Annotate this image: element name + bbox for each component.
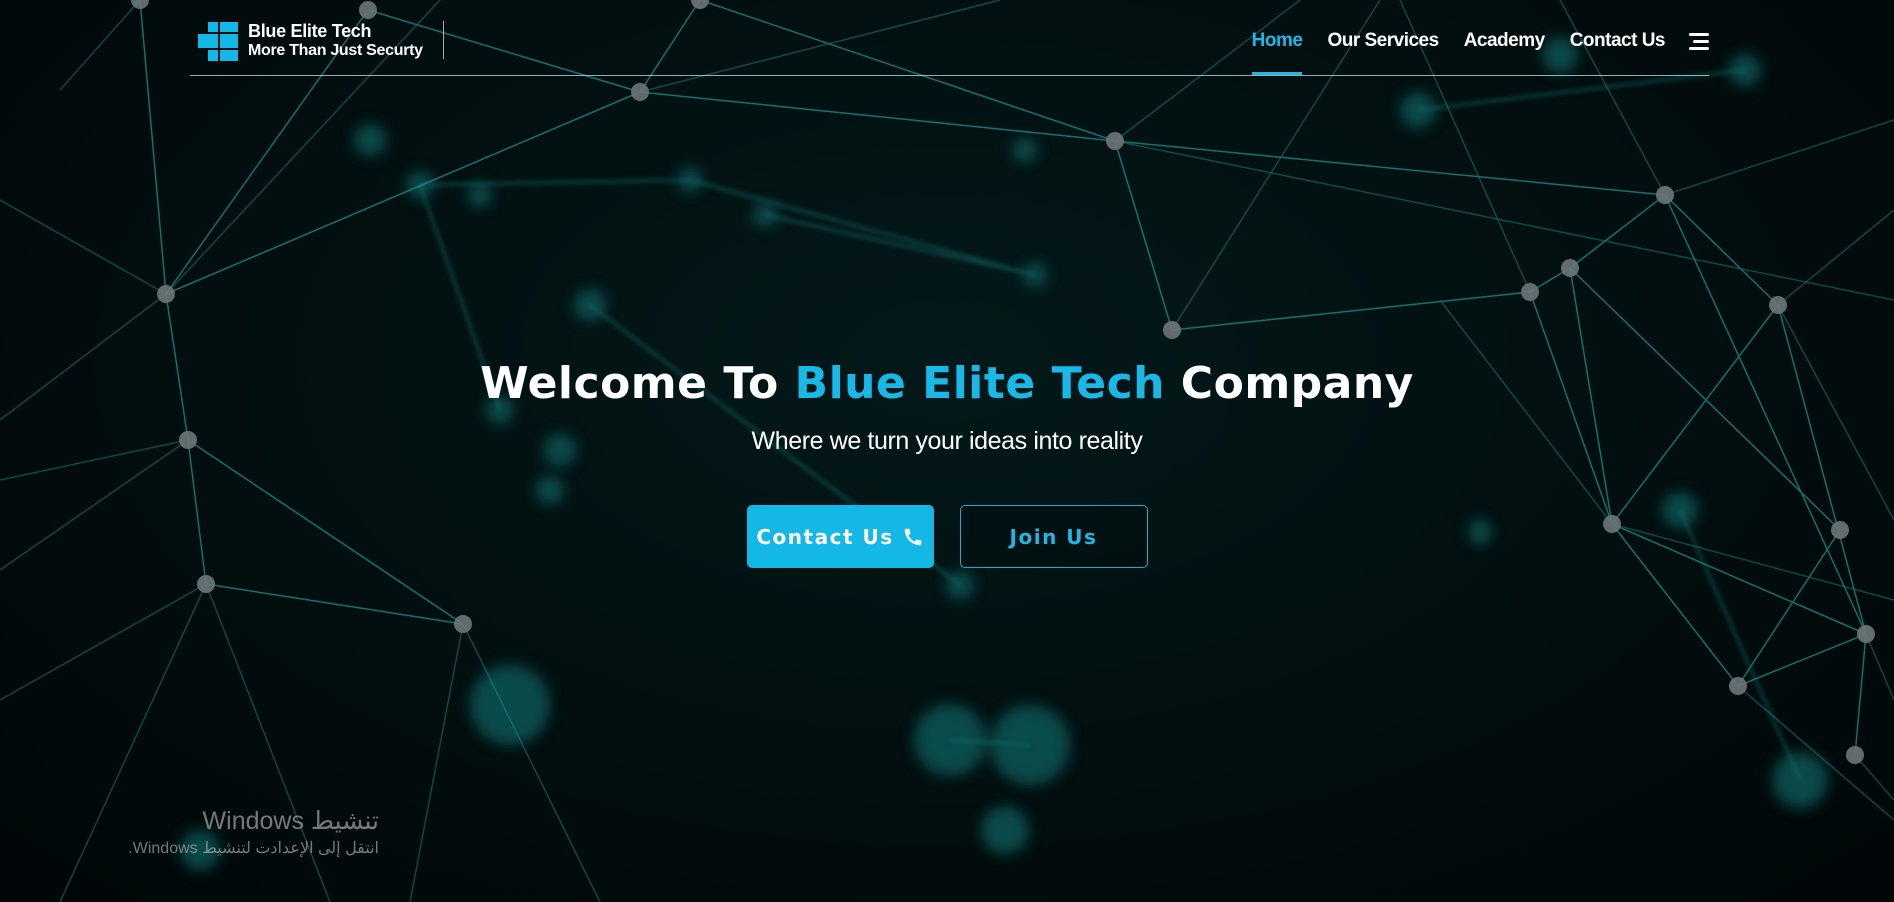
brand-name: Blue Elite Tech [248,21,372,41]
nav-contact-us[interactable]: Contact Us [1570,28,1666,54]
hero-section: Welcome To Blue Elite Tech Company Where… [0,355,1894,457]
activation-subtitle: انتقل إلى الإعدادت لتنشيط Windows. [128,840,379,857]
nav-home[interactable]: Home [1251,28,1303,75]
nav-our-services[interactable]: Our Services [1327,28,1439,54]
nav-academy[interactable]: Academy [1464,28,1546,54]
windows-activation-watermark: تنشيط Windows انتقل إلى الإعدادت لتنشيط … [128,804,379,860]
brand-divider [443,21,444,59]
brand-tagline: More Than Just Securty [248,42,423,59]
phone-icon [904,528,921,545]
join-us-button[interactable]: Join Us [959,505,1148,568]
main-nav: Home Our Services Academy Contact Us [1251,28,1709,75]
contact-us-button-label: Contact Us [756,524,894,549]
hero-title-prefix: Welcome To [480,358,795,409]
hero-subtitle: Where we turn your ideas into reality [751,427,1143,455]
brand-logo[interactable]: Blue Elite Tech More Than Just Securty [198,21,423,61]
blocks-logo-icon [198,21,238,61]
hero-buttons: Contact Us Join Us [0,505,1894,568]
hero-title-suffix: Company [1164,358,1414,409]
hero-title-highlight: Blue Elite Tech [794,358,1165,409]
hero-title: Welcome To Blue Elite Tech Company [0,355,1894,413]
hamburger-menu-icon[interactable] [1689,32,1709,50]
top-navbar: Blue Elite Tech More Than Just Securty H… [190,0,1709,76]
hero-page: Blue Elite Tech More Than Just Securty H… [0,0,1894,902]
contact-us-button[interactable]: Contact Us [746,505,934,568]
activation-title: تنشيط Windows [202,807,379,835]
